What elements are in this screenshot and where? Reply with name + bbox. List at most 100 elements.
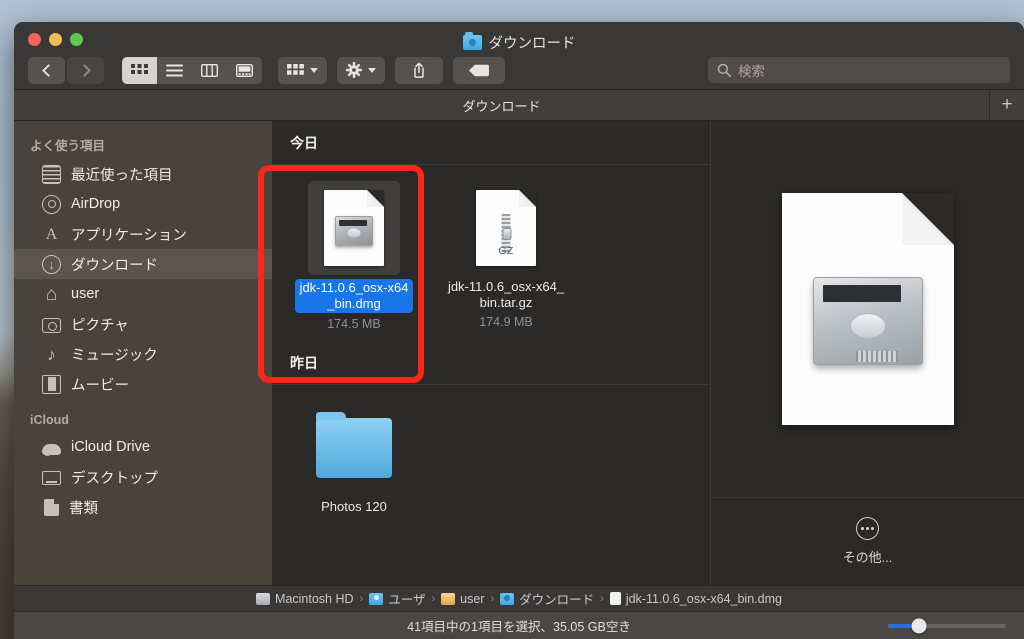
sidebar-item-recents[interactable]: 最近使った項目 xyxy=(14,159,272,189)
finder-window: ダウンロード 検索 ダウンロード + よく使う項目 最近使った項目 AirDro… xyxy=(14,22,1024,639)
search-icon xyxy=(717,63,731,77)
sidebar-item-label: ダウンロード xyxy=(71,257,158,274)
sidebar-item-label: AirDrop xyxy=(71,196,121,212)
breadcrumb-label: jdk-11.0.6_osx-x64_bin.dmg xyxy=(625,591,782,606)
chevron-left-icon xyxy=(41,63,55,77)
harddisk-label-plate xyxy=(822,284,901,302)
breadcrumb-label: ダウンロード xyxy=(519,593,595,607)
chevron-down-icon xyxy=(310,67,318,73)
sidebar-item-applications[interactable]: アプリケーション xyxy=(14,219,272,249)
downloads-icon xyxy=(42,254,61,274)
tab-bar: ダウンロード + xyxy=(14,90,1024,121)
gz-archive-icon: GZ xyxy=(476,190,536,266)
sidebar-item-pictures[interactable]: ピクチャ xyxy=(14,309,272,339)
breadcrumb-file[interactable]: jdk-11.0.6_osx-x64_bin.dmg xyxy=(609,591,782,606)
icon-size-slider[interactable] xyxy=(888,618,1006,633)
status-bar: 41項目中の1項目を選択、35.05 GB空き xyxy=(14,611,1024,639)
preview-pane: その他... xyxy=(710,121,1024,585)
breadcrumb-macintosh-hd[interactable]: Macintosh HD xyxy=(256,592,354,606)
breadcrumb-separator: › xyxy=(431,592,436,605)
status-text: 41項目中の1項目を選択、35.05 GB空き xyxy=(407,620,631,634)
share-button[interactable] xyxy=(395,56,443,84)
breadcrumb-users[interactable]: ユーザ xyxy=(369,589,425,608)
tag-icon xyxy=(468,64,489,76)
file-name: jdk-11.0.6_osx-x64_bin.dmg xyxy=(295,279,413,313)
airdrop-icon xyxy=(42,194,61,214)
search-input[interactable]: 検索 xyxy=(708,57,1010,83)
folder-icon xyxy=(316,412,392,478)
slider-knob[interactable] xyxy=(911,618,927,633)
view-mode-group xyxy=(122,56,262,84)
sidebar-item-movies[interactable]: ムービー xyxy=(14,369,272,399)
harddisk-vents xyxy=(855,350,898,362)
minimize-button[interactable] xyxy=(49,33,62,46)
applications-icon xyxy=(42,225,61,244)
ellipsis-circle-icon[interactable] xyxy=(856,517,879,540)
window-titlebar: ダウンロード 検索 xyxy=(14,22,1024,90)
zoom-button[interactable] xyxy=(70,33,83,46)
column-view-button[interactable] xyxy=(192,57,227,84)
tab-downloads[interactable]: ダウンロード xyxy=(14,90,990,120)
sidebar-item-label: user xyxy=(71,286,100,302)
preview-actions: その他... xyxy=(711,497,1024,585)
toolbar: 検索 xyxy=(14,50,1024,90)
sidebar-item-desktop[interactable]: デスクトップ xyxy=(14,462,272,492)
icon-view-button[interactable] xyxy=(122,56,157,84)
dmg-disk-image-preview xyxy=(781,193,954,425)
sidebar-item-music[interactable]: ミュージック xyxy=(14,339,272,369)
tags-button[interactable] xyxy=(453,56,505,84)
sidebar-item-user[interactable]: user xyxy=(14,279,272,309)
page-fold xyxy=(901,193,954,245)
page-fold xyxy=(519,190,536,207)
file-item-targz[interactable]: GZ jdk-11.0.6_osx-x64_bin.tar.gz 174.9 M… xyxy=(438,181,574,331)
sidebar-item-label: アプリケーション xyxy=(71,227,187,244)
forward-button[interactable] xyxy=(67,56,104,84)
breadcrumb-separator: › xyxy=(490,592,495,605)
file-thumbnail xyxy=(308,401,400,495)
breadcrumb-label: Macintosh HD xyxy=(275,591,354,606)
dmg-disk-image-icon xyxy=(324,190,384,266)
gallery-view-button[interactable] xyxy=(227,57,262,84)
sidebar-item-airdrop[interactable]: AirDrop xyxy=(14,189,272,219)
archive-badge-label: GZ xyxy=(498,245,514,257)
sidebar-item-documents[interactable]: 書類 xyxy=(14,492,272,522)
sidebar-item-label: iCloud Drive xyxy=(71,439,150,455)
sidebar-item-label: ミュージック xyxy=(71,347,158,364)
breadcrumb-separator: › xyxy=(600,592,604,605)
movies-icon xyxy=(42,374,61,394)
new-tab-button[interactable]: + xyxy=(990,90,1024,120)
sidebar-item-icloud-drive[interactable]: iCloud Drive xyxy=(14,432,272,462)
home-icon xyxy=(42,285,61,304)
new-tab-label: + xyxy=(1001,94,1013,115)
home-folder-icon xyxy=(441,592,456,605)
group-by-button[interactable] xyxy=(278,56,327,84)
list-icon xyxy=(166,64,183,76)
documents-icon xyxy=(44,499,59,516)
breadcrumb-downloads[interactable]: ダウンロード xyxy=(500,589,594,608)
list-view-button[interactable] xyxy=(157,57,192,84)
close-button[interactable] xyxy=(28,33,41,46)
file-thumbnail: GZ xyxy=(460,181,552,275)
file-name: Photos 120 xyxy=(321,499,387,514)
sidebar-item-downloads[interactable]: ダウンロード xyxy=(14,249,272,279)
file-browser-area[interactable]: 今日 jdk-11.0.6_osx-x64_bin.dmg 174.5 MB G… xyxy=(272,121,710,585)
chevron-right-icon xyxy=(77,63,91,77)
users-folder-icon xyxy=(369,592,384,605)
file-name: jdk-11.0.6_osx-x64_bin.tar.gz xyxy=(447,279,565,310)
sidebar: よく使う項目 最近使った項目 AirDrop アプリケーション ダウンロード u… xyxy=(14,121,272,585)
path-breadcrumb-bar: Macintosh HD › ユーザ › user › ダウンロード › jdk… xyxy=(14,585,1024,611)
action-menu-button[interactable] xyxy=(337,56,385,84)
group-grid-icon xyxy=(287,63,304,75)
group-header-yesterday: 昨日 xyxy=(290,355,318,371)
sidebar-section-icloud-header: iCloud xyxy=(30,413,69,427)
back-button[interactable] xyxy=(28,56,65,84)
file-item-dmg[interactable]: jdk-11.0.6_osx-x64_bin.dmg 174.5 MB xyxy=(286,181,422,331)
file-item-folder[interactable]: Photos 120 xyxy=(286,401,422,515)
breadcrumb-user[interactable]: user xyxy=(441,592,484,606)
grid-icon xyxy=(131,63,148,74)
harddisk-icon xyxy=(256,592,271,605)
harddisk-glyph xyxy=(335,216,373,247)
breadcrumb-label: ユーザ xyxy=(388,593,426,607)
file-grid-today: jdk-11.0.6_osx-x64_bin.dmg 174.5 MB GZ j… xyxy=(272,165,710,331)
breadcrumb-separator: › xyxy=(359,592,364,605)
